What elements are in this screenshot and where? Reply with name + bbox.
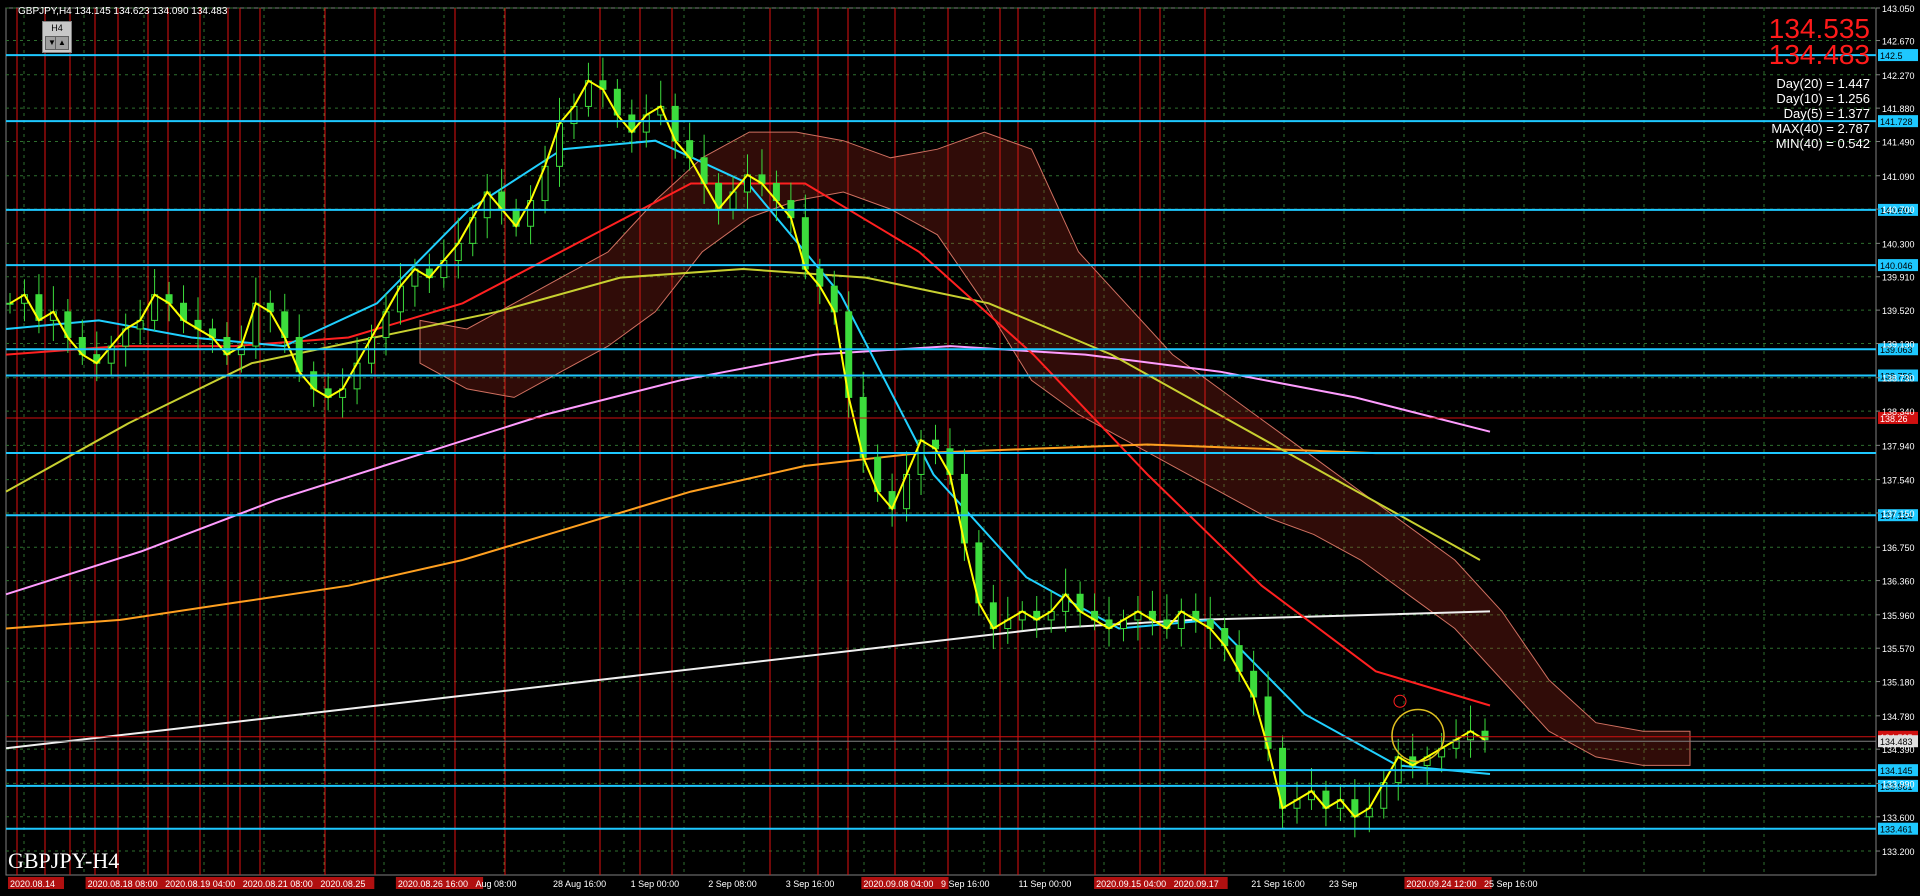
y-tick-label: 140.700 <box>1882 205 1915 215</box>
stat-day5: Day(5) = 1.377 <box>1783 106 1870 121</box>
x-tick-label: 2020.09.17 <box>1174 879 1219 889</box>
sma-yellowgreen-line <box>5 267 1481 561</box>
y-tick-label: 141.880 <box>1882 104 1915 114</box>
chart-area: 142.5 141.728 140.691 140.046 139.063 138.756… <box>0 0 1920 891</box>
x-tick-label: 21 Sep 16:00 <box>1251 879 1305 889</box>
close-price: 134.483 <box>1768 39 1870 70</box>
x-tick-label: 28 Aug 16:00 <box>553 879 606 889</box>
x-tick-label: 2020.08.19 04:00 <box>165 879 235 889</box>
y-tick-label: 133.990 <box>1882 779 1915 789</box>
y-tick-label: 135.570 <box>1882 644 1915 654</box>
y-tick-label: 137.150 <box>1882 509 1915 519</box>
stat-max40: MAX(40) = 2.787 <box>1771 121 1870 136</box>
annotation-circle <box>1391 708 1445 763</box>
y-tick-label: 136.360 <box>1882 577 1915 587</box>
y-tick-label: 133.200 <box>1882 847 1915 857</box>
x-tick-label: 23 Sep <box>1329 879 1358 889</box>
x-tick-label: 2020.09.24 12:00 <box>1406 879 1476 889</box>
y-tick-label: 140.300 <box>1882 239 1915 249</box>
symbol-header: GBPJPY,H4 134.145 134.623 134.090 134.48… <box>18 6 228 17</box>
y-tick-label: 142.670 <box>1882 37 1915 47</box>
x-tick-label: Aug 08:00 <box>475 879 516 889</box>
level-tag-label: 134.145 <box>1880 766 1913 776</box>
x-tick-label: 11 Sep 00:00 <box>1019 879 1072 889</box>
y-tick-label: 136.750 <box>1882 543 1915 553</box>
stat-day10: Day(10) = 1.256 <box>1776 91 1870 106</box>
x-tick-label: 2020.08.25 <box>320 879 365 889</box>
level-tag-label: 140.046 <box>1880 261 1913 271</box>
chart-watermark: GBPJPY-H4 <box>8 848 120 873</box>
x-tick-label: 3 Sep 16:00 <box>786 879 835 889</box>
level-tag-label: 142.5 <box>1880 51 1903 61</box>
x-tick-label: 25 Sep 16:00 <box>1484 879 1538 889</box>
timeframe-label: H4 <box>51 23 63 33</box>
x-tick-label: 1 Sep 00:00 <box>631 879 680 889</box>
x-tick-label: 2020.08.14 <box>10 879 55 889</box>
y-tick-label: 137.540 <box>1882 476 1915 486</box>
x-tick-label: 2020.08.26 16:00 <box>398 879 468 889</box>
stat-day20: Day(20) = 1.447 <box>1776 76 1870 91</box>
y-tick-label: 137.940 <box>1882 441 1915 451</box>
candle-body <box>6 302 14 305</box>
y-tick-label: 138.340 <box>1882 407 1915 417</box>
y-tick-label: 139.910 <box>1882 273 1915 283</box>
x-tick-label: 2020.08.21 08:00 <box>243 879 313 889</box>
arrow-up-icon[interactable]: ▲ <box>55 36 69 50</box>
x-tick-label: 2020.09.08 04:00 <box>863 879 933 889</box>
price-chart: 142.5141.728140.691140.046139.063138.756… <box>5 4 1918 889</box>
y-tick-label: 134.780 <box>1882 712 1915 722</box>
y-tick-label: 133.600 <box>1882 813 1915 823</box>
x-tick-label: 2020.09.15 04:00 <box>1096 879 1166 889</box>
y-tick-label: 141.090 <box>1882 172 1915 182</box>
stat-min40: MIN(40) = 0.542 <box>1775 136 1870 151</box>
y-tick-label: 141.490 <box>1882 138 1915 148</box>
y-tick-label: 142.270 <box>1882 71 1915 81</box>
x-tick-label: 2 Sep 08:00 <box>708 879 757 889</box>
y-tick-label: 135.180 <box>1882 678 1915 688</box>
timeframe-selector[interactable]: H4 ▼ ▲ <box>42 21 72 53</box>
x-tick-label: 2020.08.18 08:00 <box>88 879 158 889</box>
y-tick-label: 139.520 <box>1882 306 1915 316</box>
info-panel: 134.535 134.483 Day(20) = 1.447 Day(10) … <box>1768 15 1870 152</box>
y-tick-label: 138.730 <box>1882 374 1915 384</box>
level-tag-label: 133.461 <box>1880 825 1913 835</box>
y-tick-label: 134.390 <box>1882 745 1915 755</box>
y-tick-label: 143.050 <box>1882 4 1915 14</box>
y-tick-label: 135.960 <box>1882 611 1915 621</box>
x-tick-label: 9 Sep 16:00 <box>941 879 990 889</box>
level-tag-label: 141.728 <box>1880 117 1913 127</box>
y-tick-label: 139.130 <box>1882 340 1915 350</box>
